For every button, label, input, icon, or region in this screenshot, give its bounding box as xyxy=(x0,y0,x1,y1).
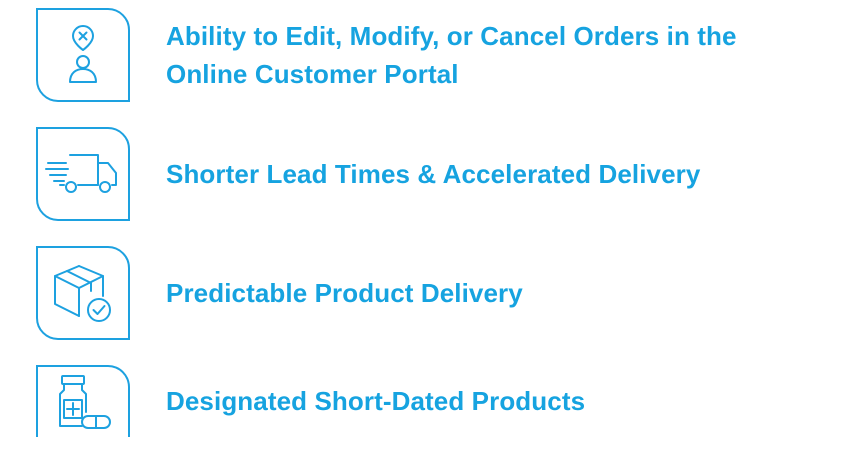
delivery-truck-icon xyxy=(45,154,117,193)
location-person-icon xyxy=(69,25,97,83)
feature-item-edit-orders: Ability to Edit, Modify, or Cancel Order… xyxy=(36,8,856,102)
feature-icon-frame xyxy=(36,365,130,437)
feature-label-line: Ability to Edit, Modify, or Cancel Order… xyxy=(166,21,737,51)
feature-list: Ability to Edit, Modify, or Cancel Order… xyxy=(0,0,865,463)
medicine-bottle-icon xyxy=(59,375,111,429)
feature-label: Ability to Edit, Modify, or Cancel Order… xyxy=(166,17,737,93)
feature-label-line: Designated Short-Dated Products xyxy=(166,386,586,416)
feature-label: Designated Short-Dated Products xyxy=(166,382,585,420)
box-check-icon xyxy=(54,265,111,322)
feature-label-line: Shorter Lead Times & Accelerated Deliver… xyxy=(166,159,701,189)
feature-icon-frame xyxy=(36,8,130,102)
feature-icon-frame xyxy=(36,246,130,340)
feature-icon-frame xyxy=(36,127,130,221)
feature-label-line: Online Customer Portal xyxy=(166,59,459,89)
feature-item-lead-times: Shorter Lead Times & Accelerated Deliver… xyxy=(36,127,856,221)
feature-item-predictable-delivery: Predictable Product Delivery xyxy=(36,246,856,340)
feature-label: Shorter Lead Times & Accelerated Deliver… xyxy=(166,155,700,193)
feature-item-short-dated: Designated Short-Dated Products xyxy=(36,365,856,437)
feature-label: Predictable Product Delivery xyxy=(166,274,523,312)
feature-label-line: Predictable Product Delivery xyxy=(166,278,523,308)
